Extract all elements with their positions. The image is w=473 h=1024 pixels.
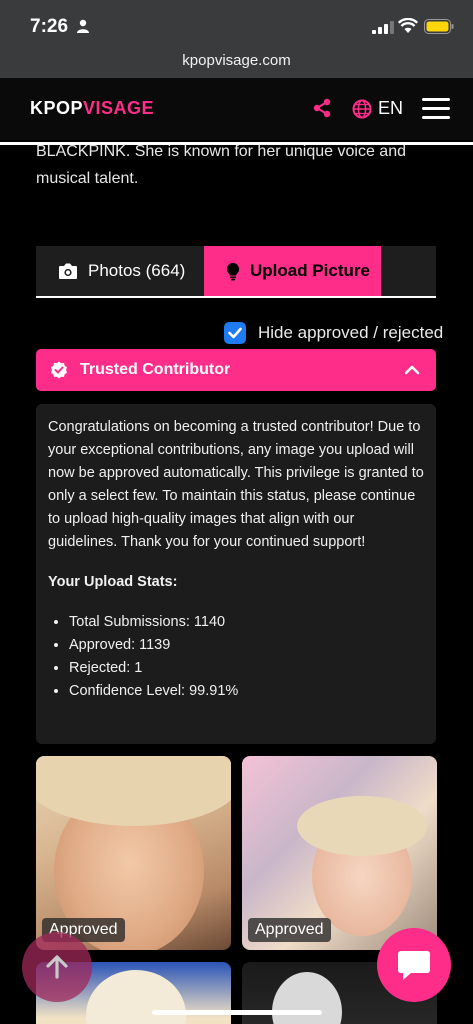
chat-bubble-icon <box>398 951 430 980</box>
header-divider <box>0 142 473 145</box>
content-tabs: Photos (664) Upload Picture <box>36 246 436 298</box>
trusted-contributor-toggle[interactable]: Trusted Contributor <box>36 349 436 391</box>
camera-icon <box>59 263 77 279</box>
uploaded-photo[interactable]: Approved <box>242 756 437 950</box>
hide-approved-label: Hide approved / rejected <box>258 323 444 342</box>
tab-photos[interactable]: Photos (664) <box>36 246 204 296</box>
logo-text-primary: KPOP <box>30 98 84 118</box>
verified-badge-icon <box>51 361 67 379</box>
scroll-to-top-button[interactable] <box>22 932 92 1002</box>
chat-button[interactable] <box>377 928 451 1002</box>
globe-icon[interactable] <box>352 99 372 119</box>
person-icon <box>77 19 89 33</box>
checkmark-icon <box>228 327 242 339</box>
battery-icon <box>424 19 454 34</box>
stat-approved: Approved: 1139 <box>69 634 424 657</box>
share-icon[interactable] <box>312 98 332 118</box>
hide-approved-checkbox[interactable] <box>224 322 246 344</box>
approved-status-label: Approved <box>248 918 331 942</box>
site-header: KPOPVISAGE EN <box>0 78 473 140</box>
stat-rejected: Rejected: 1 <box>69 657 424 680</box>
photo-hair <box>36 756 231 826</box>
tab-upload-label: Upload Picture <box>250 261 370 280</box>
uploaded-photo[interactable]: Approved <box>36 756 231 950</box>
hamburger-menu-icon[interactable] <box>422 98 450 120</box>
wifi-icon <box>398 18 418 33</box>
photo-hair <box>86 970 186 1024</box>
upload-stats-list: Total Submissions: 1140 Approved: 1139 R… <box>48 611 424 703</box>
home-indicator <box>152 1010 322 1015</box>
tab-upload-picture[interactable]: Upload Picture <box>204 246 381 296</box>
idol-bio-text: BLACKPINK. She is known for her unique v… <box>36 143 406 187</box>
trusted-message: Congratulations on becoming a trusted co… <box>48 419 424 550</box>
lightbulb-icon <box>226 262 240 280</box>
photo-hair <box>297 796 427 856</box>
status-bar: 7:26 <box>0 0 473 48</box>
hide-approved-filter[interactable]: Hide approved / rejected <box>224 322 443 344</box>
url-bar[interactable]: kpopvisage.com <box>0 48 473 78</box>
url-text: kpopvisage.com <box>182 52 291 69</box>
arrow-up-icon <box>46 955 68 979</box>
stat-total-submissions: Total Submissions: 1140 <box>69 611 424 634</box>
logo-text-accent: VISAGE <box>83 98 155 118</box>
language-selector[interactable]: EN <box>378 98 403 119</box>
photo-subject <box>272 972 342 1024</box>
chevron-up-icon[interactable] <box>404 362 420 378</box>
cellular-signal-icon <box>372 21 394 34</box>
stat-confidence-level: Confidence Level: 99.91% <box>69 680 424 703</box>
tab-photos-label: Photos (664) <box>88 261 186 280</box>
site-logo[interactable]: KPOPVISAGE <box>30 98 154 119</box>
trusted-contributor-panel: Congratulations on becoming a trusted co… <box>36 404 436 744</box>
status-time: 7:26 <box>30 16 69 37</box>
trusted-contributor-title: Trusted Contributor <box>80 361 231 378</box>
upload-stats-title: Your Upload Stats: <box>48 574 178 590</box>
